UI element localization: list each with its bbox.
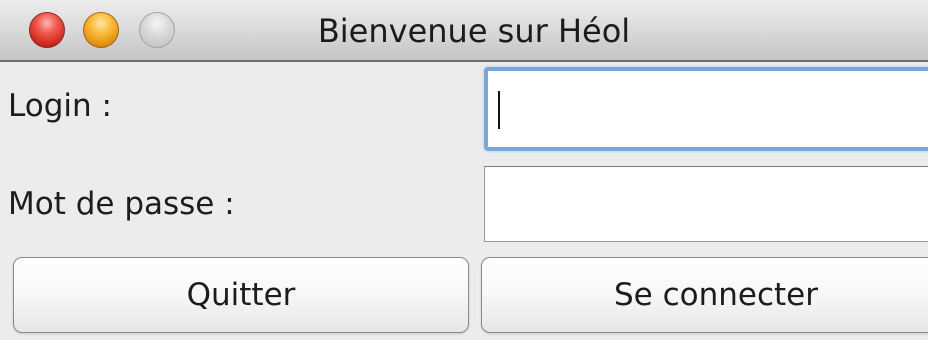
text-caret [498,91,500,129]
login-label: Login : [8,88,112,124]
login-input[interactable] [484,67,928,151]
quit-button[interactable]: Quitter [13,257,469,333]
password-input[interactable] [484,166,928,242]
title-bar[interactable]: Bienvenue sur Héol [0,0,928,62]
connect-button[interactable]: Se connecter [481,257,928,333]
password-label: Mot de passe : [8,186,235,222]
window-title: Bienvenue sur Héol [317,12,631,50]
login-window: Bienvenue sur Héol Login : Mot de passe … [0,0,928,340]
